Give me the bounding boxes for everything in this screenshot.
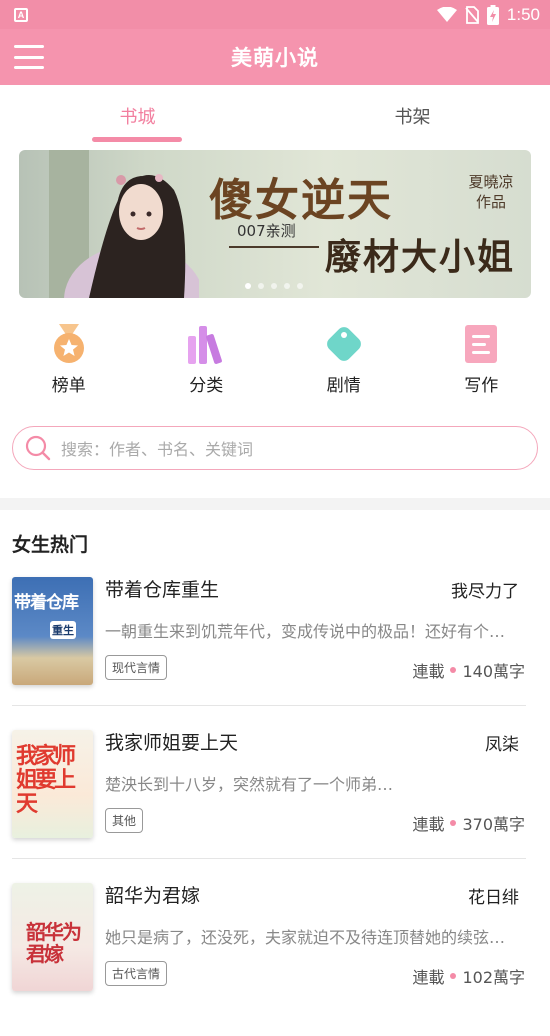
- banner-title-line1: 傻女逆天: [209, 164, 393, 228]
- book-author: 凤柒: [485, 730, 519, 755]
- book-cover: 带着仓库 重生: [12, 577, 93, 685]
- book-title: 带着仓库重生: [105, 575, 219, 602]
- banner-pagination: [245, 283, 303, 289]
- tab-bookshelf[interactable]: 书架: [275, 85, 550, 147]
- pagination-dot[interactable]: [284, 283, 290, 289]
- battery-icon: [487, 5, 499, 25]
- book-cover: 我家师姐要上天: [12, 730, 93, 838]
- document-icon: [459, 322, 503, 366]
- book-item[interactable]: 韶华为君嫁 韶华为君嫁 花日绯 她只是病了，还没死，夫家就迫不及待连顶替她的续弦…: [0, 883, 550, 1036]
- menu-icon[interactable]: [14, 43, 44, 71]
- book-description: 她只是病了，还没死，夫家就迫不及待连顶替她的续弦…: [105, 924, 530, 948]
- dot-separator: [450, 667, 456, 673]
- quick-nav-label: 分类: [189, 371, 223, 396]
- book-tag: 其他: [105, 808, 143, 833]
- quick-nav-label: 写作: [464, 371, 498, 396]
- dot-separator: [450, 820, 456, 826]
- quick-nav-label: 剧情: [327, 371, 361, 396]
- book-meta: 連載 370萬字: [412, 811, 525, 835]
- search-input[interactable]: 搜索：作者、书名、关键词: [12, 426, 538, 470]
- book-item[interactable]: 带着仓库 重生 带着仓库重生 我尽力了 一朝重生来到饥荒年代，变成传说中的极品！…: [0, 577, 550, 730]
- app-title: 美萌小说: [0, 42, 550, 72]
- quick-nav-label: 榜单: [52, 371, 86, 396]
- pagination-dot[interactable]: [245, 283, 251, 289]
- list-divider: [12, 858, 526, 859]
- medal-icon: [47, 322, 91, 366]
- banner-subtitle: 007亲测: [237, 220, 296, 241]
- book-cover: 韶华为君嫁: [12, 883, 93, 991]
- book-word-count: 102萬字: [462, 964, 525, 988]
- status-time: 1:50: [507, 5, 540, 25]
- section-divider: [0, 498, 550, 510]
- book-author: 我尽力了: [451, 577, 519, 602]
- book-status: 連載: [412, 658, 444, 682]
- book-word-count: 140萬字: [462, 658, 525, 682]
- quick-nav-category[interactable]: 分类: [138, 322, 276, 402]
- book-title: 韶华为君嫁: [105, 881, 200, 908]
- promo-banner[interactable]: 傻女逆天 夏曉凉 作品 007亲测 廢材大小姐: [19, 150, 531, 298]
- cover-title: 带着仓库: [14, 593, 78, 613]
- pagination-dot[interactable]: [271, 283, 277, 289]
- active-tab-indicator: [92, 137, 182, 142]
- tab-bar: 书城 书架: [0, 85, 550, 147]
- dot-separator: [450, 973, 456, 979]
- wifi-icon: [437, 7, 457, 23]
- book-author: 花日绯: [468, 883, 519, 908]
- book-tag: 古代言情: [105, 961, 167, 986]
- app-notification-icon: A: [14, 8, 28, 22]
- book-meta: 連載 140萬字: [412, 658, 525, 682]
- search-placeholder: 搜索：作者、书名、关键词: [61, 436, 253, 460]
- book-status: 連載: [412, 964, 444, 988]
- banner-title-line2: 廢材大小姐: [325, 228, 515, 280]
- pagination-dot[interactable]: [258, 283, 264, 289]
- quick-nav: 榜单 分类 剧情 写作: [0, 322, 550, 402]
- category-icon: [184, 322, 228, 366]
- section-title: 女生热门: [12, 530, 88, 557]
- book-tag: 现代言情: [105, 655, 167, 680]
- pagination-dot[interactable]: [297, 283, 303, 289]
- book-meta: 連載 102萬字: [412, 964, 525, 988]
- tag-icon: [322, 322, 366, 366]
- banner-author: 夏曉凉 作品: [461, 172, 521, 212]
- banner-illustration: [49, 150, 199, 298]
- quick-nav-writing[interactable]: 写作: [413, 322, 550, 402]
- quick-nav-ranking[interactable]: 榜单: [0, 322, 138, 402]
- quick-nav-plot[interactable]: 剧情: [275, 322, 413, 402]
- cover-title: 韶华为君嫁: [26, 921, 86, 965]
- book-word-count: 370萬字: [462, 811, 525, 835]
- search-icon: [25, 435, 51, 461]
- book-description: 楚泱长到十八岁，突然就有了一个师弟…: [105, 771, 530, 795]
- no-sim-icon: [465, 6, 479, 24]
- app-bar: 美萌小说: [0, 29, 550, 85]
- banner-divider: [229, 246, 319, 248]
- book-description: 一朝重生来到饥荒年代，变成传说中的极品！还好有个…: [105, 618, 530, 642]
- list-divider: [12, 705, 526, 706]
- cover-title: 我家师姐要上天: [16, 744, 90, 816]
- cover-subtitle: 重生: [50, 621, 76, 639]
- book-title: 我家师姐要上天: [105, 728, 238, 755]
- book-status: 連載: [412, 811, 444, 835]
- book-item[interactable]: 我家师姐要上天 我家师姐要上天 凤柒 楚泱长到十八岁，突然就有了一个师弟… 其他…: [0, 730, 550, 883]
- status-bar: A 1:50: [0, 0, 550, 29]
